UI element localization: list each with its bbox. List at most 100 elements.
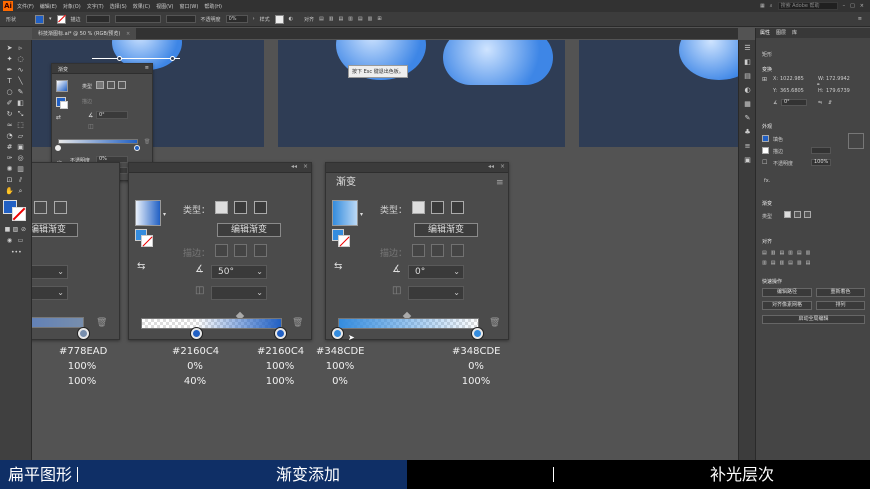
document-tab[interactable]: 科技渐图标.ai* @ 50 % (RGB/预览) × xyxy=(32,28,137,39)
gradient-thumbnail[interactable] xyxy=(332,200,358,226)
minimize-icon[interactable]: – xyxy=(843,3,846,9)
edit-gradient-button[interactable]: 编辑渐变 xyxy=(217,223,281,237)
stroke-along-button[interactable] xyxy=(431,244,444,257)
cloud-shape[interactable] xyxy=(443,40,553,85)
stroke-icon[interactable]: ≡ xyxy=(743,142,752,151)
aspect-select[interactable]: ⌄ xyxy=(211,286,267,300)
x-value[interactable]: 1022.985 xyxy=(780,76,804,82)
gradient-stop-left[interactable] xyxy=(55,145,61,151)
opacity-field[interactable]: 0% xyxy=(225,15,248,23)
angle-field[interactable]: 0° xyxy=(781,99,807,106)
gradient-thumbnail[interactable] xyxy=(56,80,68,92)
line-tool-icon[interactable]: ╲ xyxy=(16,77,25,86)
menu-select[interactable]: 选择(S) xyxy=(110,3,127,10)
draw-mode-icon[interactable]: ◉ xyxy=(5,236,14,245)
stroke-weight-field[interactable] xyxy=(85,15,110,23)
close-icon[interactable]: × xyxy=(500,163,505,170)
warp-tool-icon[interactable]: ≈ xyxy=(5,121,14,130)
shaper-tool-icon[interactable]: ✐ xyxy=(5,99,14,108)
menu-window[interactable]: 窗口(W) xyxy=(179,3,198,10)
menu-help[interactable]: 帮助(H) xyxy=(204,3,222,10)
stroke-across-button[interactable] xyxy=(254,244,267,257)
linear-gradient-button[interactable] xyxy=(215,201,228,214)
close-icon[interactable]: × xyxy=(303,163,308,170)
freeform-gradient-button[interactable] xyxy=(54,201,67,214)
gradient-slider[interactable] xyxy=(141,318,282,329)
linear-gradient-button[interactable] xyxy=(412,201,425,214)
menu-file[interactable]: 文件(F) xyxy=(17,3,34,10)
eraser-tool-icon[interactable]: ◧ xyxy=(16,99,25,108)
linear-gradient-button[interactable] xyxy=(784,211,791,218)
type-tool-icon[interactable]: T xyxy=(5,77,14,86)
slice-tool-icon[interactable]: ⫽ xyxy=(16,176,25,185)
artboard-2[interactable]: 按下 Esc 键退出色板。 xyxy=(278,40,565,147)
edit-gradient-button[interactable]: 编辑渐变 xyxy=(32,223,78,237)
gradient-stop-2[interactable] xyxy=(275,328,286,339)
stroke-within-button[interactable] xyxy=(215,244,228,257)
stroke-along-button[interactable] xyxy=(234,244,247,257)
screen-mode-icon[interactable]: ▭ xyxy=(16,236,25,245)
angle-select[interactable]: ⌄ xyxy=(32,265,68,279)
transform-icon[interactable]: ⊞ xyxy=(377,16,381,22)
ellipse-tool-icon[interactable]: ○ xyxy=(5,88,14,97)
chevron-down-icon[interactable]: ▾ xyxy=(163,211,166,218)
radial-gradient-button[interactable] xyxy=(794,211,801,218)
menu-edit[interactable]: 编辑(E) xyxy=(40,3,57,10)
radial-gradient-button[interactable] xyxy=(234,201,247,214)
collapse-icon[interactable]: ◂◂ xyxy=(291,163,297,170)
stroke-swatch[interactable] xyxy=(762,147,769,154)
maximize-icon[interactable]: □ xyxy=(850,3,855,9)
angle-select[interactable]: 0° ⌄ xyxy=(408,265,464,279)
artboard-tool-icon[interactable]: ⊡ xyxy=(5,176,14,185)
aspect-select[interactable]: ⌄ xyxy=(408,286,464,300)
align-right-icon[interactable]: ▤ xyxy=(338,16,343,22)
more-tools-icon[interactable]: ••• xyxy=(11,248,22,257)
workspace-icon[interactable]: ▦ xyxy=(760,3,765,9)
close-icon[interactable]: × xyxy=(860,3,864,9)
edit-gradient-button[interactable]: 编辑渐变 xyxy=(414,223,478,237)
radial-gradient-button[interactable] xyxy=(431,201,444,214)
tab-properties[interactable]: 属性 xyxy=(760,28,770,38)
none-mode-icon[interactable]: ⊘ xyxy=(19,225,28,234)
flip-vertical-icon[interactable]: ⇵ xyxy=(828,100,832,106)
gradient-stop-1[interactable] xyxy=(332,328,343,339)
stroke-swatch[interactable] xyxy=(56,14,66,24)
graph-tool-icon[interactable]: ▥ xyxy=(16,165,25,174)
mesh-tool-icon[interactable]: # xyxy=(5,143,14,152)
style-swatch[interactable] xyxy=(274,14,284,24)
align-left-icon[interactable]: ▤ xyxy=(319,16,324,22)
help-search-input[interactable]: 搜索 Adobe 帮助 xyxy=(777,2,838,10)
paintbrush-tool-icon[interactable]: ✎ xyxy=(16,88,25,97)
recolor-icon[interactable]: ◐ xyxy=(289,16,293,22)
tab-libraries[interactable]: 库 xyxy=(792,28,797,38)
linear-gradient-button[interactable] xyxy=(96,81,104,89)
gradient-slider[interactable] xyxy=(338,318,479,329)
freeform-gradient-button[interactable] xyxy=(254,201,267,214)
free-transform-tool-icon[interactable]: ⬚ xyxy=(16,121,25,130)
freeform-gradient-button[interactable] xyxy=(451,201,464,214)
eyedropper-tool-icon[interactable]: ✑ xyxy=(5,154,14,163)
align-bottom-icon[interactable]: ▥ xyxy=(368,16,373,22)
reverse-gradient-icon[interactable]: ⇄ xyxy=(56,114,61,121)
radial-gradient-button[interactable] xyxy=(34,201,47,214)
y-value[interactable]: 365.6805 xyxy=(780,88,804,94)
menu-effect[interactable]: 效果(C) xyxy=(133,3,150,10)
rotate-tool-icon[interactable]: ↻ xyxy=(5,110,14,119)
gradient-tool-icon[interactable]: ▣ xyxy=(16,143,25,152)
panel-titlebar[interactable]: ◂◂ × xyxy=(129,163,311,173)
reference-point-icon[interactable]: ⊞ xyxy=(762,76,767,83)
curvature-tool-icon[interactable]: ∿ xyxy=(16,66,25,75)
menu-view[interactable]: 视图(V) xyxy=(156,3,173,10)
pen-tool-icon[interactable]: ✒ xyxy=(5,66,14,75)
link-icon[interactable]: ⚭ xyxy=(816,82,820,88)
fill-swatch[interactable] xyxy=(762,135,769,142)
menu-object[interactable]: 对象(O) xyxy=(63,3,81,10)
brushes-icon[interactable]: ✎ xyxy=(743,114,752,123)
shape-builder-tool-icon[interactable]: ◔ xyxy=(5,132,14,141)
panel-titlebar[interactable]: ◂◂ × xyxy=(326,163,508,173)
menu-type[interactable]: 文字(T) xyxy=(87,3,104,10)
symbols-icon[interactable]: ♣ xyxy=(743,128,752,137)
gradient-thumbnail[interactable] xyxy=(135,200,161,226)
chevron-down-icon[interactable]: ▾ xyxy=(360,211,363,218)
chevron-down-icon[interactable]: ▾ xyxy=(49,16,52,22)
